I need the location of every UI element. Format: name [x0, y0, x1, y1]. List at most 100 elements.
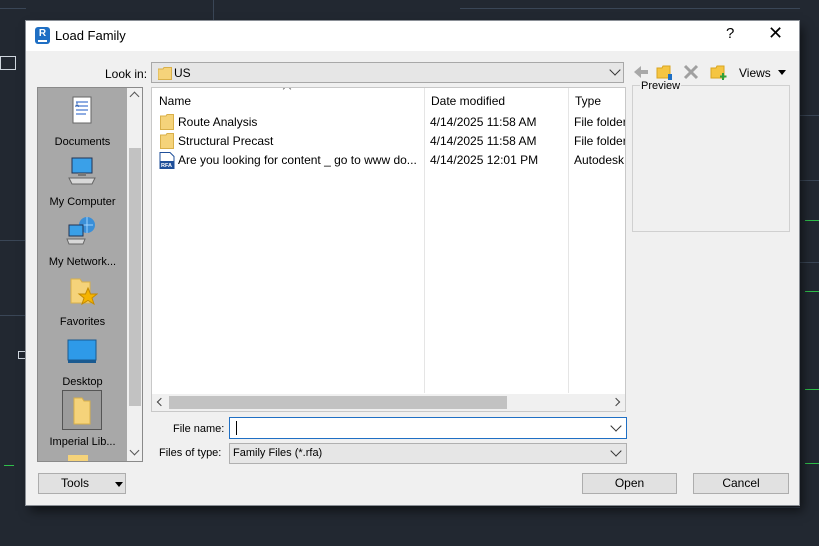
cad-line: [460, 8, 800, 9]
look-in-label: Look in:: [105, 67, 148, 81]
places-bar: A Documents My Computer My Network... Fa…: [37, 87, 143, 462]
cad-line: [799, 115, 819, 116]
rfa-file-icon: RFA: [159, 152, 175, 169]
cad-green-mark: [805, 291, 819, 292]
cad-box: [18, 351, 26, 359]
cad-line: [213, 0, 214, 21]
folder-icon: [160, 133, 174, 149]
file-type-cell: File folder: [574, 134, 625, 148]
place-label: Favorites: [59, 316, 106, 328]
column-header-date[interactable]: Date modified: [431, 94, 505, 108]
cad-line: [0, 240, 26, 241]
place-favorites[interactable]: Favorites: [38, 270, 127, 330]
place-label: My Computer: [49, 196, 116, 208]
cancel-button[interactable]: Cancel: [693, 473, 789, 494]
desktop-icon: [67, 339, 97, 363]
look-in-value: US: [174, 66, 191, 80]
file-type-cell: Autodesk: [574, 153, 625, 167]
file-type-label: Files of type:: [159, 447, 222, 459]
text-caret: [236, 421, 237, 435]
preview-label: Preview: [640, 80, 682, 92]
place-label: Desktop: [62, 376, 103, 388]
cad-line: [0, 315, 26, 316]
file-type-value: Family Files (*.rfa): [233, 447, 323, 459]
close-button[interactable]: ✕: [768, 23, 783, 44]
cad-line: [799, 262, 819, 263]
preview-pane: [632, 85, 790, 232]
cad-green-mark: [805, 389, 819, 390]
scroll-up-icon[interactable]: [129, 91, 140, 102]
scroll-left-icon[interactable]: [156, 397, 166, 407]
cad-green-mark: [4, 465, 14, 466]
network-icon: [66, 217, 95, 245]
scroll-down-icon[interactable]: [129, 445, 140, 456]
views-menu-label[interactable]: Views: [739, 66, 771, 80]
file-type-cell: File folder: [574, 115, 625, 129]
cad-box: [0, 56, 16, 70]
file-name-input[interactable]: [229, 417, 627, 439]
place-partial: [38, 450, 127, 461]
open-button[interactable]: Open: [582, 473, 677, 494]
scrollbar-thumb[interactable]: [169, 396, 507, 409]
folder-icon: [160, 114, 174, 130]
place-label: Documents: [54, 136, 111, 148]
help-button[interactable]: ?: [726, 25, 734, 42]
title-bar: R Load Family ? ✕: [26, 21, 799, 51]
dropdown-arrow-icon: [115, 482, 123, 487]
file-name-label: File name:: [173, 423, 225, 435]
place-imperial-library[interactable]: Imperial Lib...: [38, 390, 127, 450]
place-label: My Network...: [48, 256, 117, 268]
file-name-cell: Are you looking for content _ go to www …: [178, 153, 417, 167]
revit-app-icon: R: [35, 27, 50, 44]
file-name-cell: Structural Precast: [178, 134, 274, 148]
computer-icon: [68, 157, 96, 185]
views-dropdown-arrow-icon[interactable]: [778, 70, 786, 75]
file-row[interactable]: Route Analysis 4/14/2025 11:58 AM File f…: [152, 113, 625, 132]
chevron-down-icon[interactable]: [610, 420, 622, 432]
places-list: A Documents My Computer My Network... Fa…: [38, 88, 127, 461]
cad-green-mark: [805, 220, 819, 221]
sort-ascending-icon: [282, 88, 292, 94]
column-header-type[interactable]: Type: [575, 94, 601, 108]
cad-line: [540, 507, 800, 508]
file-type-dropdown[interactable]: Family Files (*.rfa): [229, 443, 627, 464]
cad-green-mark: [805, 463, 819, 464]
up-folder-icon[interactable]: [656, 63, 674, 81]
file-date-cell: 4/14/2025 12:01 PM: [430, 153, 539, 167]
look-in-dropdown[interactable]: US: [151, 62, 624, 83]
svg-text:A: A: [75, 103, 79, 109]
file-date-cell: 4/14/2025 11:58 AM: [430, 134, 537, 148]
places-scrollbar[interactable]: [127, 88, 142, 461]
chevron-down-icon: [609, 64, 621, 76]
file-list: Name Date modified Type Route Analysis 4…: [151, 87, 626, 412]
tools-button-label: Tools: [61, 476, 90, 490]
back-arrow-icon[interactable]: [632, 63, 650, 81]
place-desktop[interactable]: Desktop: [38, 330, 127, 390]
horizontal-scrollbar[interactable]: [152, 394, 625, 411]
place-my-network[interactable]: My Network...: [38, 210, 127, 270]
load-family-dialog: R Load Family ? ✕ Look in: US Views A Do…: [26, 21, 799, 505]
dialog-title: Load Family: [55, 28, 126, 43]
svg-text:RFA: RFA: [161, 163, 172, 169]
folder-icon: [158, 67, 172, 80]
column-header-name[interactable]: Name: [159, 94, 191, 108]
scroll-right-icon[interactable]: [611, 397, 621, 407]
place-label: Imperial Lib...: [49, 436, 116, 448]
file-name-cell: Route Analysis: [178, 115, 258, 129]
folder-icon: [73, 397, 91, 425]
chevron-down-icon: [610, 445, 622, 457]
file-row[interactable]: RFA Are you looking for content _ go to …: [152, 151, 625, 170]
scrollbar-thumb[interactable]: [129, 148, 141, 406]
place-my-computer[interactable]: My Computer: [38, 150, 127, 210]
delete-icon[interactable]: [682, 63, 700, 81]
cad-line: [799, 180, 819, 181]
file-row[interactable]: Structural Precast 4/14/2025 11:58 AM Fi…: [152, 132, 625, 151]
folder-icon: [68, 455, 88, 461]
place-documents[interactable]: A Documents: [38, 90, 127, 150]
favorites-icon: [70, 278, 98, 306]
documents-icon: A: [72, 96, 92, 124]
tools-button[interactable]: Tools: [38, 473, 126, 494]
new-folder-icon[interactable]: [710, 63, 728, 81]
file-date-cell: 4/14/2025 11:58 AM: [430, 115, 537, 129]
cad-line: [0, 8, 26, 9]
